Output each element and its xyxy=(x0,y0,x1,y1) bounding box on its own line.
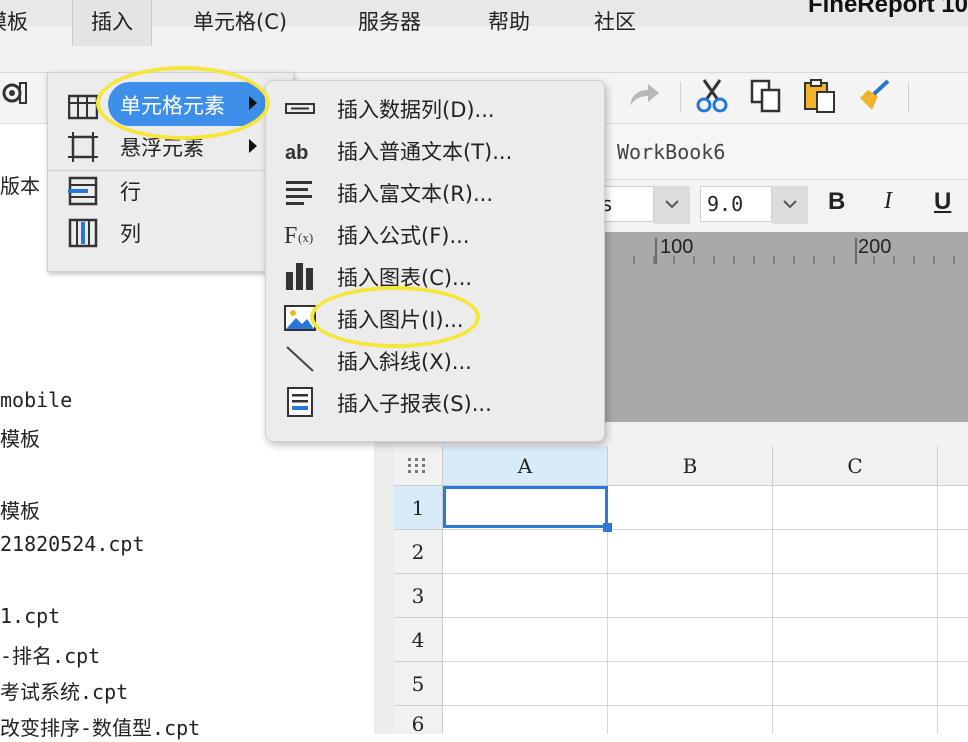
cell[interactable] xyxy=(608,574,773,618)
chevron-down-icon[interactable] xyxy=(654,186,690,224)
row-header-5[interactable]: 5 xyxy=(394,662,443,706)
list-item[interactable]: 1.cpt xyxy=(0,604,60,628)
fill-handle[interactable] xyxy=(603,523,612,532)
copy-icon[interactable] xyxy=(748,78,784,114)
column-header-c[interactable]: C xyxy=(773,446,938,486)
cell-grid-icon xyxy=(67,90,99,120)
toolbar-separator xyxy=(908,82,909,112)
cell[interactable] xyxy=(773,530,938,574)
svg-text:F: F xyxy=(284,223,297,249)
list-item[interactable]: 改变排序-数值型.cpt xyxy=(0,712,200,741)
row-header-4[interactable]: 4 xyxy=(394,618,443,662)
menu-item-insert-text[interactable]: 插入普通文本(T)... xyxy=(337,136,512,166)
column-header-d[interactable] xyxy=(938,446,968,486)
row-icon xyxy=(66,176,98,206)
diagonal-line-icon xyxy=(284,344,316,376)
cell[interactable] xyxy=(773,618,938,662)
svg-text:(x): (x) xyxy=(298,230,313,245)
menu-divider xyxy=(47,170,292,171)
bold-button[interactable]: B xyxy=(828,188,845,216)
cell[interactable] xyxy=(773,486,938,530)
row-header-3[interactable]: 3 xyxy=(394,574,443,618)
select-all-corner[interactable] xyxy=(394,446,443,486)
cell[interactable] xyxy=(608,486,773,530)
annotation-circle xyxy=(96,66,270,140)
menu-help[interactable]: 帮助 xyxy=(488,0,530,46)
chart-icon xyxy=(284,260,316,292)
cell[interactable] xyxy=(773,706,938,734)
svg-text:ab: ab xyxy=(285,142,308,164)
list-item[interactable]: mobile xyxy=(0,388,72,412)
ruler-mark: 100 xyxy=(660,236,694,258)
cut-icon[interactable] xyxy=(694,78,730,114)
underline-button[interactable]: U xyxy=(934,188,951,216)
cell[interactable] xyxy=(608,530,773,574)
menu-item-insert-data-column[interactable]: 插入数据列(D)... xyxy=(337,94,495,124)
submenu-arrow-icon xyxy=(248,138,258,158)
menu-item-insert-rich-text[interactable]: 插入富文本(R)... xyxy=(337,178,493,208)
menu-item-insert-formula[interactable]: 插入公式(F)... xyxy=(337,220,470,250)
list-item[interactable]: 考试系统.cpt xyxy=(0,676,128,705)
cell[interactable] xyxy=(608,662,773,706)
list-item[interactable]: 模板 xyxy=(0,495,40,524)
row-header-6[interactable]: 6 xyxy=(394,706,443,736)
menu-item-insert-diagonal[interactable]: 插入斜线(X)... xyxy=(337,346,472,376)
cell[interactable] xyxy=(938,486,968,530)
rich-text-icon xyxy=(284,176,316,208)
italic-button[interactable]: I xyxy=(884,188,892,215)
cell[interactable] xyxy=(938,662,968,706)
text-ab-icon: ab xyxy=(284,135,316,167)
settings-icon[interactable] xyxy=(0,78,36,114)
list-item[interactable]: 版本 xyxy=(0,170,40,199)
cell[interactable] xyxy=(773,662,938,706)
font-size-select[interactable]: 9.0 xyxy=(700,186,772,222)
menu-item-insert-subreport[interactable]: 插入子报表(S)... xyxy=(337,388,492,418)
cell[interactable] xyxy=(443,618,608,662)
chevron-down-icon[interactable] xyxy=(772,186,808,224)
toolbar-separator xyxy=(680,82,681,112)
row-header-2[interactable]: 2 xyxy=(394,530,443,574)
row-header-1[interactable]: 1 xyxy=(394,486,443,530)
float-element-icon xyxy=(68,132,98,162)
menu-item-row[interactable]: 行 xyxy=(120,176,141,206)
menu-item-column[interactable]: 列 xyxy=(120,218,141,248)
menu-cell[interactable]: 单元格(C) xyxy=(193,0,287,46)
subreport-icon xyxy=(284,386,316,418)
tab-workbook[interactable]: WorkBook6 xyxy=(617,140,725,164)
redo-icon[interactable] xyxy=(626,78,662,114)
cell[interactable] xyxy=(443,706,608,734)
formula-icon: F (x) xyxy=(284,218,316,250)
data-column-icon xyxy=(284,92,316,124)
format-brush-icon[interactable] xyxy=(856,78,892,114)
menu-server[interactable]: 服务器 xyxy=(358,0,421,46)
app-title: FineReport 10 xyxy=(807,0,968,18)
list-item[interactable]: 模板 xyxy=(0,423,40,452)
cell[interactable] xyxy=(443,662,608,706)
list-item[interactable]: 21820524.cpt xyxy=(0,532,145,556)
cell[interactable] xyxy=(608,618,773,662)
column-header-b[interactable]: B xyxy=(608,446,773,486)
ruler-mark: 200 xyxy=(858,236,892,258)
menu-template[interactable]: 模板 xyxy=(0,0,28,46)
annotation-circle xyxy=(310,286,480,348)
cell[interactable] xyxy=(938,618,968,662)
column-header-a[interactable]: A xyxy=(443,446,608,486)
cell[interactable] xyxy=(938,574,968,618)
menu-insert[interactable]: 插入 xyxy=(72,0,152,46)
selected-cell-a1[interactable] xyxy=(443,486,608,528)
list-item[interactable]: -排名.cpt xyxy=(0,640,100,669)
column-icon xyxy=(68,218,98,248)
cell[interactable] xyxy=(608,706,773,734)
cell[interactable] xyxy=(443,530,608,574)
cell[interactable] xyxy=(773,574,938,618)
cell[interactable] xyxy=(443,574,608,618)
cell[interactable] xyxy=(938,530,968,574)
menu-community[interactable]: 社区 xyxy=(594,0,636,46)
cell[interactable] xyxy=(938,706,968,734)
paste-icon[interactable] xyxy=(802,78,838,114)
